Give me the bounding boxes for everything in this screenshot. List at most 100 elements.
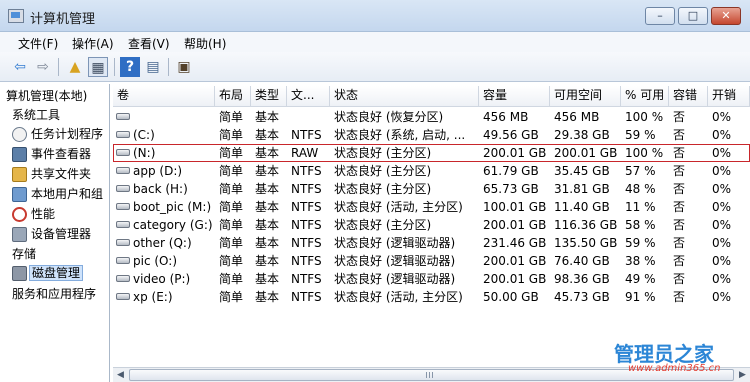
volume-list: 卷 布局 类型 文... 状态 容量 可用空间 % 可用 容错 开销 简单 基本状…	[113, 84, 750, 367]
cell-overhead: 0%	[712, 146, 732, 160]
menu-help[interactable]: 帮助(H)	[184, 35, 226, 52]
column-header-layout[interactable]: 布局	[215, 86, 251, 107]
column-header-volume[interactable]: 卷	[113, 86, 215, 107]
volume-name: app (D:)	[133, 164, 183, 178]
tree-item-label: 服务和应用程序	[12, 287, 97, 301]
cell-percent-free: 59 %	[625, 128, 656, 142]
cell-type: 基本	[255, 236, 280, 250]
cell-volume: back (H:)	[113, 180, 215, 198]
cell-filesystem: NTFS	[291, 290, 322, 304]
tree-item-shared-folders[interactable]: 共享文件夹	[12, 165, 91, 184]
table-row[interactable]: boot_pic (M:) 简单 基本 NTFS 状态良好 (活动, 主分区) 100.0…	[113, 198, 750, 216]
tree-item-local-users-groups[interactable]: 本地用户和组	[12, 185, 103, 204]
properties-icon[interactable]: ▣	[174, 57, 194, 77]
cell-filesystem: NTFS	[291, 218, 322, 232]
tree-item-storage[interactable]: 存储	[12, 245, 36, 264]
cell-percent-free: 59 %	[625, 236, 656, 250]
cell-fault-tolerance: 否	[673, 164, 686, 178]
cell-volume: (C:)	[113, 126, 215, 144]
column-header-type[interactable]: 类型	[251, 86, 287, 107]
table-row[interactable]: xp (E:) 简单 基本 NTFS 状态良好 (活动, 主分区) 50.00 GB 45.…	[113, 288, 750, 306]
cell-volume: pic (O:)	[113, 252, 215, 270]
table-row[interactable]: (N:) 简单 基本 RAW 状态良好 (主分区) 200.01 GB 200.01 GB 1…	[113, 144, 750, 162]
cell-percent-free: 49 %	[625, 272, 656, 286]
cell-type: 基本	[255, 200, 280, 214]
tree-item-performance[interactable]: 性能	[12, 205, 55, 224]
column-header-fault-tolerance[interactable]: 容错	[669, 86, 708, 107]
cell-filesystem	[287, 108, 330, 126]
cell-capacity: 49.56 GB	[483, 128, 539, 142]
help-icon[interactable]: ?	[120, 57, 140, 77]
tree-root-computer-management[interactable]: 算机管理(本地)	[6, 87, 87, 106]
close-button[interactable]: ✕	[711, 7, 741, 25]
cell-filesystem: NTFS	[291, 200, 322, 214]
volume-name: category (G:)	[133, 218, 213, 232]
menu-file[interactable]: 文件(F)	[18, 35, 58, 52]
disk-volume-icon	[116, 167, 130, 174]
cell-free-space: 11.40 GB	[554, 200, 610, 214]
table-row[interactable]: category (G:) 简单 基本 NTFS 状态良好 (主分区) 200.01 GB…	[113, 216, 750, 234]
table-row[interactable]: back (H:) 简单 基本 NTFS 状态良好 (主分区) 65.73 GB 31.81…	[113, 180, 750, 198]
tree-item-label: 存储	[12, 247, 37, 261]
up-folder-icon[interactable]: ▲	[65, 57, 85, 77]
cell-fault-tolerance: 否	[673, 182, 686, 196]
cell-free-space: 35.45 GB	[554, 164, 610, 178]
back-icon[interactable]: ⇦	[10, 57, 30, 77]
cell-fault-tolerance: 否	[673, 200, 686, 214]
cell-status: 状态良好 (主分区)	[334, 182, 432, 196]
cell-free-space: 31.81 GB	[554, 182, 610, 196]
cell-overhead: 0%	[712, 200, 732, 214]
forward-icon[interactable]: ⇨	[33, 57, 53, 77]
tree-item-services-applications[interactable]: 服务和应用程序	[12, 285, 96, 304]
tree-item-system-tools[interactable]: 系统工具	[12, 106, 60, 125]
tree-item-task-scheduler[interactable]: 任务计划程序	[12, 125, 103, 144]
table-row[interactable]: other (Q:) 简单 基本 NTFS 状态良好 (逻辑驱动器) 231.46 GB 1…	[113, 234, 750, 252]
tree-item-disk-management[interactable]: 磁盘管理	[12, 264, 84, 283]
volume-name: back (H:)	[133, 182, 188, 196]
table-row[interactable]: video (P:) 简单 基本 NTFS 状态良好 (逻辑驱动器) 200.01 GB 9…	[113, 270, 750, 288]
cell-percent-free: 38 %	[625, 254, 656, 268]
minimize-button[interactable]: –	[645, 7, 675, 25]
cell-status: 状态良好 (系统, 启动, ...	[334, 128, 466, 142]
disk-volume-icon	[116, 131, 130, 138]
cell-filesystem: NTFS	[291, 128, 322, 142]
menu-action[interactable]: 操作(A)	[72, 35, 114, 52]
column-header-filesystem[interactable]: 文...	[287, 86, 330, 107]
computer-management-icon	[8, 9, 24, 23]
cell-layout: 简单	[219, 218, 244, 232]
show-hide-tree-icon[interactable]: ▦	[88, 57, 108, 77]
cell-capacity: 65.73 GB	[483, 182, 539, 196]
cell-layout: 简单	[219, 236, 244, 250]
cell-overhead: 0%	[712, 290, 732, 304]
table-row[interactable]: (C:) 简单 基本 NTFS 状态良好 (系统, 启动, ... 49.56 GB 29.…	[113, 126, 750, 144]
disk-management-icon	[12, 266, 27, 281]
tree-item-device-manager[interactable]: 设备管理器	[12, 225, 91, 244]
cell-percent-free: 57 %	[625, 164, 656, 178]
table-row[interactable]: pic (O:) 简单 基本 NTFS 状态良好 (逻辑驱动器) 200.01 GB 76.…	[113, 252, 750, 270]
cell-fault-tolerance: 否	[673, 110, 686, 124]
maximize-button[interactable]: □	[678, 7, 708, 25]
cell-status: 状态良好 (逻辑驱动器)	[334, 272, 456, 286]
cell-volume: xp (E:)	[113, 288, 215, 306]
cell-volume	[113, 108, 215, 126]
disk-volume-icon	[116, 239, 130, 246]
column-header-free-space[interactable]: 可用空间	[550, 86, 621, 107]
cell-status: 状态良好 (活动, 主分区)	[334, 290, 463, 304]
cell-status: 状态良好 (恢复分区)	[334, 110, 444, 124]
menu-view[interactable]: 查看(V)	[128, 35, 170, 52]
export-list-icon[interactable]: ▤	[143, 57, 163, 77]
column-header-overhead[interactable]: 开销	[708, 86, 750, 107]
cell-layout: 简单	[219, 182, 244, 196]
clock-icon	[12, 127, 27, 142]
tree-item-event-viewer[interactable]: 事件查看器	[12, 145, 91, 164]
disk-volume-icon	[116, 149, 130, 156]
scroll-left-icon[interactable]: ◀	[113, 369, 128, 382]
column-header-capacity[interactable]: 容量	[479, 86, 550, 107]
event-viewer-icon	[12, 147, 27, 162]
column-header-status[interactable]: 状态	[330, 86, 479, 107]
column-header-percent-free[interactable]: % 可用	[621, 86, 669, 107]
cell-type: 基本	[255, 272, 280, 286]
table-row[interactable]: app (D:) 简单 基本 NTFS 状态良好 (主分区) 61.79 GB 35.45 …	[113, 162, 750, 180]
cell-type: 基本	[255, 110, 280, 124]
table-row[interactable]: 简单 基本 状态良好 (恢复分区) 456 MB 456 MB 100 % 否 0%	[113, 108, 750, 126]
